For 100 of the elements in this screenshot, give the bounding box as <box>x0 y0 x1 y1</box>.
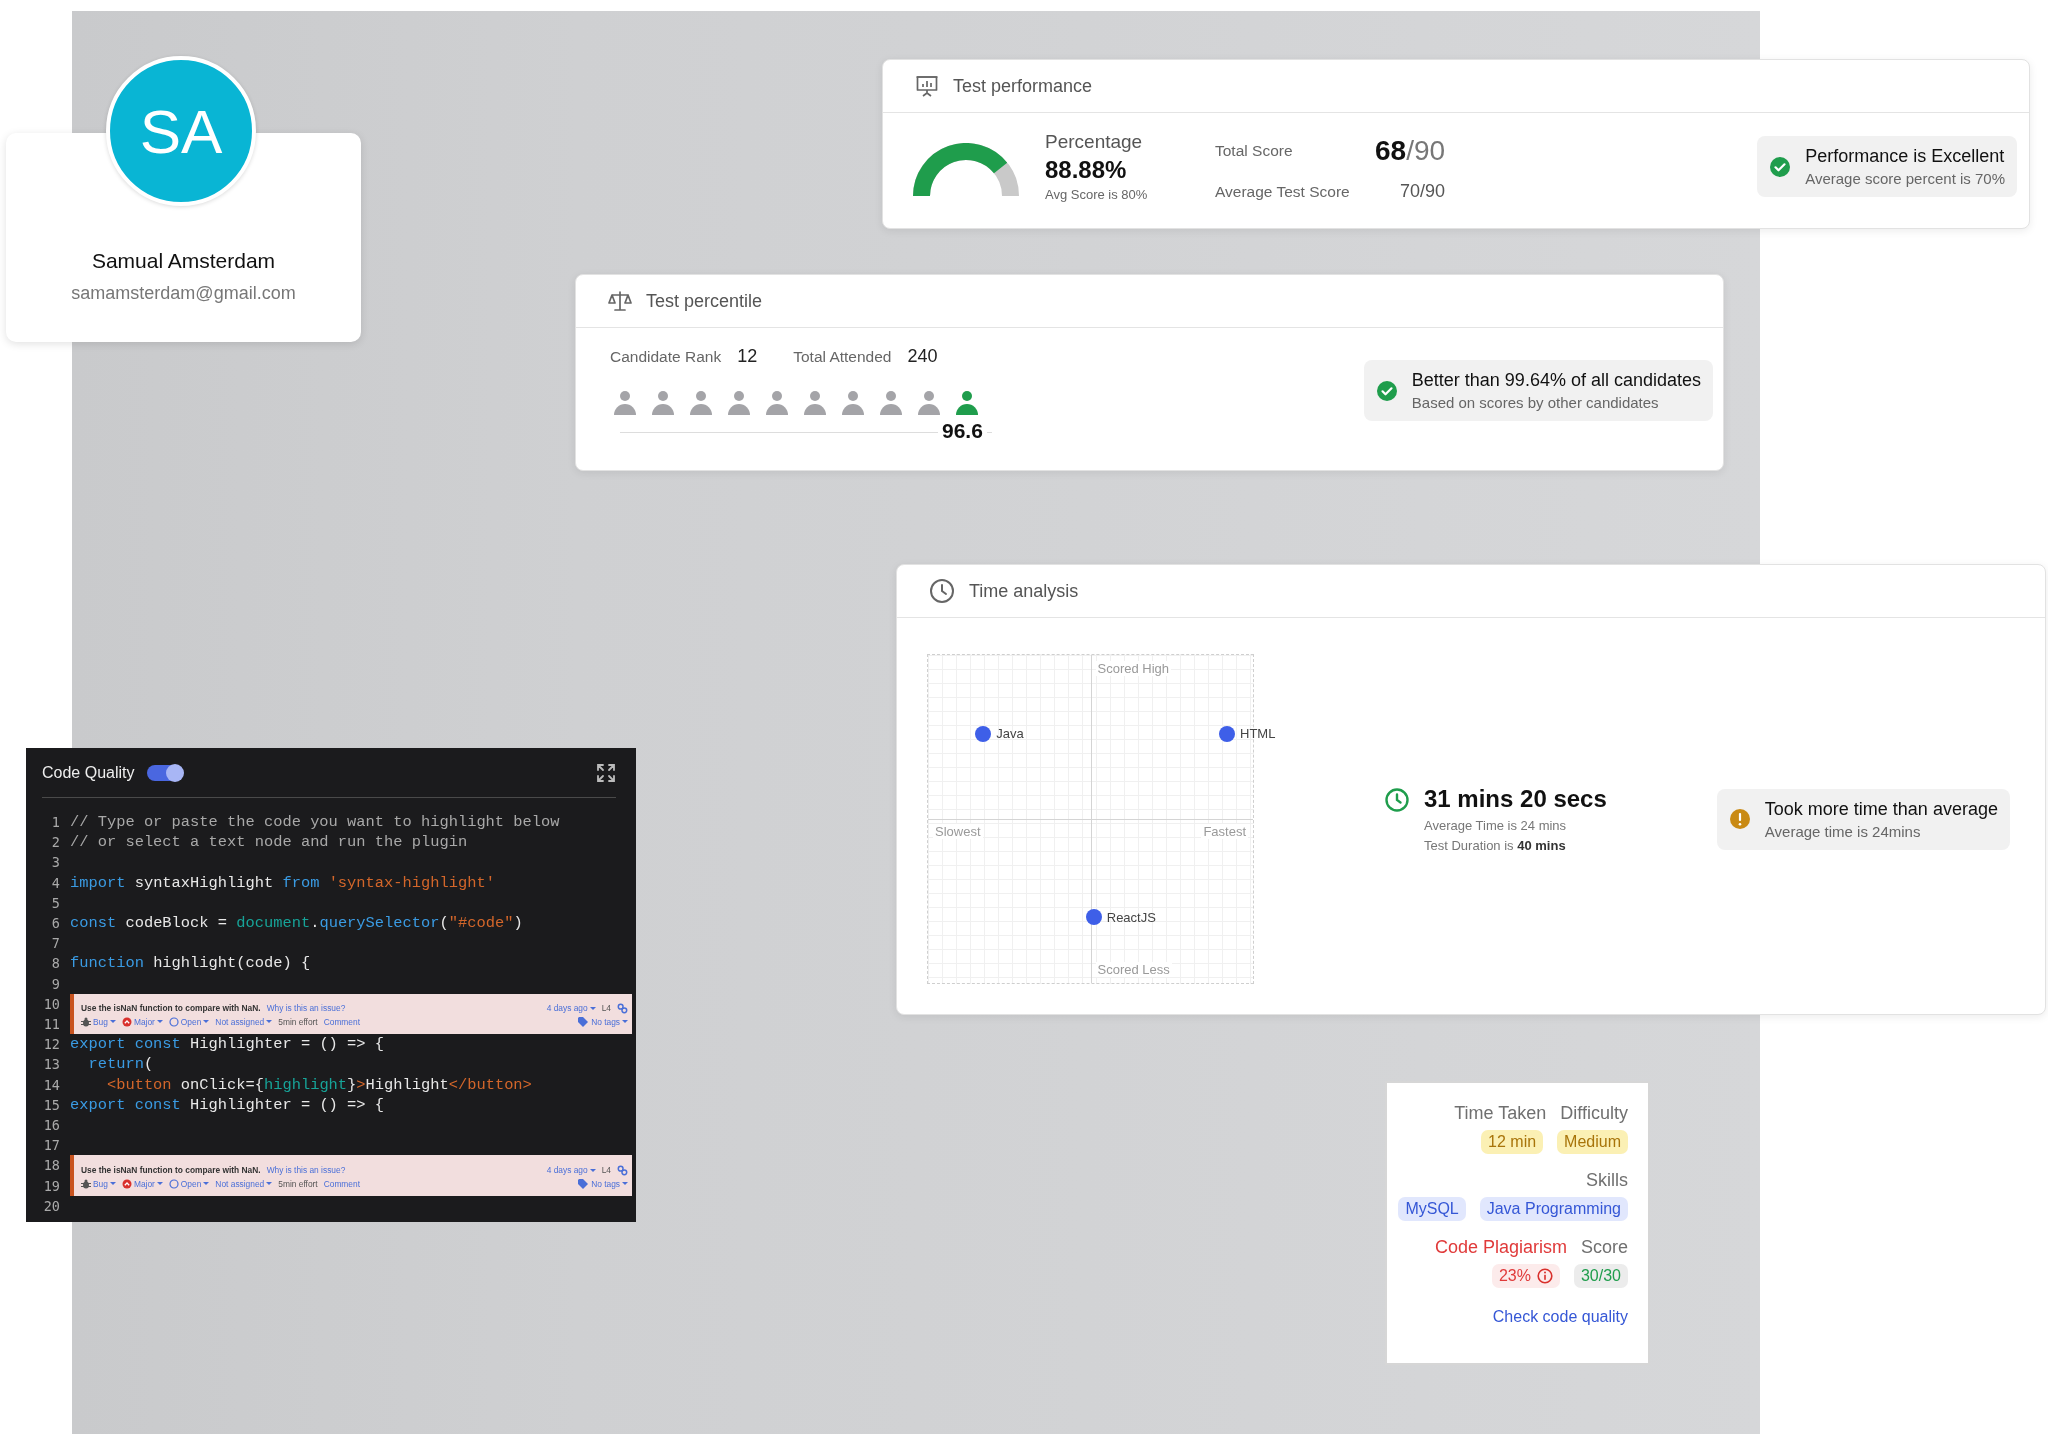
total-score-value: 68/90 <box>1375 135 1446 167</box>
circle-icon <box>168 1016 179 1027</box>
field-label: Skills <box>1586 1170 1628 1191</box>
tags-dropdown[interactable]: No tags <box>578 1016 628 1027</box>
toggle-switch[interactable] <box>146 764 183 781</box>
total-attended-label: Total Attended <box>793 348 892 366</box>
skill-tag: Java Programming <box>1479 1197 1628 1221</box>
line-number: 4 <box>50 873 60 893</box>
line-number: 14 <box>42 1075 60 1095</box>
comment-link[interactable]: Comment <box>323 1178 360 1189</box>
total-score-label: Total Score <box>1215 142 1294 160</box>
card-title: Test percentile <box>646 290 763 312</box>
issue-message: Use the isNaN function to compare with NaN. <box>81 1003 261 1014</box>
time-taken-tag: 12 min <box>1481 1130 1544 1154</box>
effort-text: 5min effort <box>278 1016 318 1027</box>
line-number: 8 <box>50 954 60 974</box>
candidate-name: Samual Amsterdam <box>91 249 276 273</box>
total-attended-value: 240 <box>907 346 938 367</box>
why-issue-link[interactable]: Why is this an issue? <box>266 1003 346 1014</box>
candidate-email: samamsterdam@gmail.com <box>71 283 296 304</box>
code-line: <button onClick={highlight}>Highlight</button> <box>105 1074 532 1095</box>
code-line: function highlight(code) { <box>70 953 311 974</box>
line-number: 9 <box>50 974 60 994</box>
point-label: ReactJS <box>1106 909 1156 925</box>
code-line: return( <box>87 1054 154 1075</box>
panel-title: Code Quality <box>42 763 135 782</box>
comment-link[interactable]: Comment <box>323 1016 360 1027</box>
axis-label: Slowest <box>933 824 983 839</box>
plagiarism-tag: 23% <box>1491 1264 1560 1288</box>
bug-icon <box>81 1016 91 1027</box>
clock-icon <box>1384 787 1410 813</box>
age-dropdown[interactable]: 4 days ago <box>546 1165 596 1176</box>
link-icon <box>617 1164 628 1176</box>
line-number: 5 <box>50 893 60 913</box>
caret-icon <box>203 1020 210 1024</box>
line-number: 1 <box>50 813 60 832</box>
caret-icon <box>109 1020 116 1024</box>
status-title: Took more time than average <box>1764 798 1998 820</box>
severity-icon <box>121 1016 132 1027</box>
status-note: Based on scores by other candidates <box>1411 394 1660 411</box>
point-label: Java <box>996 726 1024 742</box>
line-number: 7 <box>50 934 60 954</box>
average-time-note: Average Time is 24 mins <box>1424 818 1568 833</box>
average-score-label: Average Test Score <box>1215 182 1351 201</box>
line-number: 11 <box>42 1014 60 1034</box>
caret-icon <box>622 1182 628 1186</box>
severity-dropdown[interactable]: Major <box>121 1016 163 1027</box>
line-number: 10 <box>42 994 60 1014</box>
difficulty-tag: Medium <box>1557 1130 1628 1154</box>
scales-icon <box>608 289 632 313</box>
candidate-rank-label: Candidate Rank <box>610 348 722 366</box>
axis-label: Scored High <box>1095 661 1172 676</box>
tags-dropdown[interactable]: No tags <box>578 1178 628 1189</box>
status-dropdown[interactable]: Open <box>168 1016 210 1027</box>
severity-dropdown[interactable]: Major <box>121 1178 163 1189</box>
line-number: 15 <box>42 1095 60 1115</box>
line-number: 2 <box>50 833 60 853</box>
info-icon <box>1536 1268 1553 1284</box>
caret-icon <box>266 1182 273 1186</box>
line-number: 20 <box>42 1196 60 1216</box>
caret-icon <box>589 1006 596 1010</box>
field-label: Time Taken <box>1454 1103 1547 1124</box>
line-reference: L4 <box>601 1165 611 1176</box>
code-line: // Type or paste the code you want to highlight below <box>70 812 560 833</box>
data-point <box>975 725 992 742</box>
skill-tag: MySQL <box>1398 1197 1466 1221</box>
percentage-value: 88.88% <box>1045 156 1128 184</box>
line-number: 17 <box>42 1136 60 1156</box>
candidate-rank-value: 12 <box>737 346 758 367</box>
line-number: 19 <box>42 1176 60 1196</box>
issue-message: Use the isNaN function to compare with NaN. <box>81 1165 261 1176</box>
type-dropdown[interactable]: Bug <box>81 1178 116 1189</box>
check-circle-icon <box>1769 155 1792 178</box>
field-label: Difficulty <box>1560 1103 1628 1124</box>
assignee-dropdown[interactable]: Not assigned <box>215 1016 273 1027</box>
field-label: Code Plagiarism <box>1434 1237 1567 1258</box>
card-title: Time analysis <box>969 580 1079 602</box>
why-issue-link[interactable]: Why is this an issue? <box>266 1165 346 1176</box>
warning-icon <box>1728 808 1751 830</box>
tag-icon <box>578 1016 590 1027</box>
time-taken-value: 31 mins 20 secs <box>1424 785 1607 813</box>
line-number: 18 <box>42 1156 60 1176</box>
check-code-quality-link[interactable]: Check code quality <box>1492 1308 1628 1326</box>
effort-text: 5min effort <box>278 1178 318 1189</box>
average-score-value: 70/90 <box>1400 181 1446 202</box>
caret-icon <box>156 1020 163 1024</box>
circle-icon <box>168 1178 179 1189</box>
code-line: import syntaxHighlight from 'syntax-highlight' <box>70 872 495 893</box>
expand-icon <box>596 762 616 783</box>
status-dropdown[interactable]: Open <box>168 1178 210 1189</box>
assignee-dropdown[interactable]: Not assigned <box>215 1178 273 1189</box>
line-number: 13 <box>42 1055 60 1075</box>
link-icon <box>617 1002 628 1014</box>
line-number: 12 <box>42 1035 60 1055</box>
caret-icon <box>622 1020 628 1024</box>
axis-label: Scored Less <box>1095 962 1172 977</box>
age-dropdown[interactable]: 4 days ago <box>546 1003 596 1014</box>
field-label: Score <box>1580 1237 1628 1258</box>
type-dropdown[interactable]: Bug <box>81 1016 116 1027</box>
line-number: 6 <box>50 914 60 933</box>
